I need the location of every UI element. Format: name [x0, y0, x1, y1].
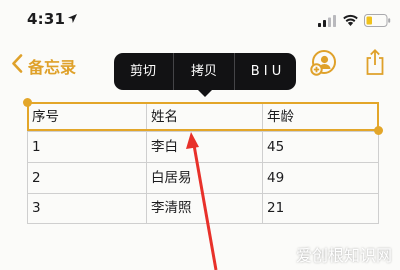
watermark: 爱创根知识网: [295, 246, 392, 265]
annotation-arrow-icon: [186, 132, 218, 270]
